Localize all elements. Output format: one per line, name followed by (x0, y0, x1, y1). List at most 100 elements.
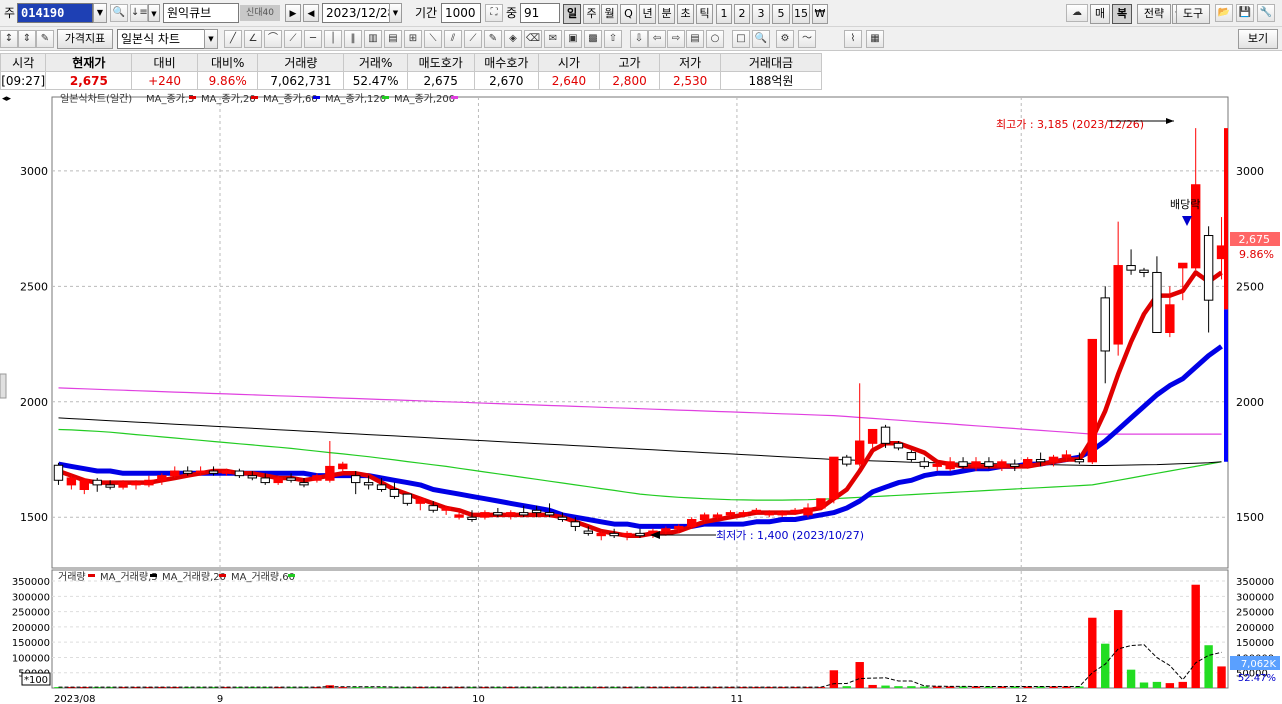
magnifier-icon[interactable]: 🔍 (752, 30, 770, 48)
stock-code-input[interactable]: 014190 (17, 3, 93, 23)
candle-body (919, 461, 930, 467)
grid-icon[interactable]: ▦ (866, 30, 884, 48)
button-buy[interactable]: 매 (1090, 4, 1110, 24)
indicator-button[interactable]: 가격지표 (57, 29, 113, 49)
volume-bar (855, 662, 864, 688)
stamp-icon[interactable]: ▣ (564, 30, 582, 48)
candle-body (441, 507, 451, 511)
date-input[interactable]: 2023/12/28 (322, 3, 390, 23)
tag-margin: 40 (262, 8, 274, 18)
timeframe-button[interactable]: 2 (734, 4, 750, 24)
timeframe-button[interactable]: 분 (658, 4, 675, 24)
up-down-arrow-icon[interactable]: ↕ (0, 30, 18, 48)
strategy-button[interactable]: 전략 (1137, 4, 1171, 24)
chart-type-select[interactable]: 일본식 차트 (117, 29, 205, 49)
code-dropdown-icon[interactable]: ▼ (93, 3, 107, 23)
wave-icon[interactable]: ⌇ (844, 30, 862, 48)
count-input[interactable]: 91 (520, 3, 560, 23)
parallel-icon[interactable]: ⫽ (444, 30, 462, 48)
folder-icon[interactable]: 📂 (1215, 4, 1233, 22)
timeframe-button[interactable]: 주 (583, 4, 600, 24)
horizontal-line-icon[interactable]: ─ (304, 30, 322, 48)
timeframe-button[interactable]: 년 (639, 4, 656, 24)
candle-body (661, 528, 671, 532)
menu-dropdown-icon[interactable]: ▼ (148, 4, 160, 22)
timeframe-button[interactable]: 틱 (696, 4, 713, 24)
timeframe-button[interactable]: 3 (752, 4, 770, 24)
header-volume: 거래량 (257, 53, 345, 72)
candle-body (583, 530, 594, 534)
color-icon[interactable]: ◈ (504, 30, 522, 48)
timeframe-button[interactable]: ₩ (812, 4, 828, 24)
price-tick-left: 2000 (20, 396, 48, 409)
arrow-right-icon[interactable]: ⇨ (667, 30, 685, 48)
search-icon[interactable]: 🔍 (110, 4, 128, 22)
timeframe-button[interactable]: 일 (563, 4, 581, 24)
button-compound[interactable]: 복 (1112, 4, 1132, 24)
timeframe-button[interactable]: 초 (677, 4, 694, 24)
multi-lines-icon[interactable]: ▥ (364, 30, 382, 48)
tools-button[interactable]: 도구 (1176, 4, 1210, 24)
calendar-icon[interactable]: ⊞ (404, 30, 422, 48)
candle-body (971, 461, 981, 467)
chart-type-dropdown-icon[interactable]: ▼ (204, 29, 218, 49)
angle-line-icon[interactable]: ∠ (244, 30, 262, 48)
vertical-scroll-icon[interactable]: ⇕ (18, 30, 36, 48)
cloud-icon[interactable]: ☁ (1066, 4, 1088, 22)
wrench-icon[interactable]: 🔧 (1257, 4, 1275, 22)
timeframe-button[interactable]: 5 (772, 4, 790, 24)
save-icon[interactable]: 💾 (1236, 4, 1254, 22)
volume-badge: 7,062K (1241, 659, 1277, 670)
clipboard-icon[interactable]: ▤ (686, 30, 704, 48)
quote-table: 시각 현재가 대비 대비% 거래량 거래% 매도호가 매수호가 시가 고가 저가… (0, 53, 823, 90)
timeframe-button[interactable]: 1 (716, 4, 732, 24)
volume-tick-left: 300000 (12, 592, 50, 603)
rectangle-icon[interactable]: □ (732, 30, 750, 48)
circle-icon[interactable]: ○ (706, 30, 724, 48)
value-high: 2,800 (598, 71, 661, 90)
arc-icon[interactable]: ⌒ (264, 30, 282, 48)
settings-icon[interactable]: ⚙ (776, 30, 794, 48)
pencil-icon[interactable]: ✎ (484, 30, 502, 48)
sort-icon[interactable]: ↓≡ (130, 4, 148, 22)
view-button[interactable]: 보기 (1238, 29, 1278, 49)
prev-arrow-icon[interactable]: ◀ (303, 4, 319, 22)
note-icon[interactable]: ✉ (544, 30, 562, 48)
candle-body (1100, 297, 1110, 352)
value-amount: 188억원 (719, 71, 823, 90)
arrow-left-icon[interactable]: ⇦ (648, 30, 666, 48)
candle-body (777, 512, 787, 516)
stock-chart[interactable]: 3000 3000 2500 2500 2000 2000 1500 1500 350000 35… (0, 90, 1282, 704)
timeframe-button[interactable]: 15 (792, 4, 810, 24)
arrow-down-icon[interactable]: ⇩ (630, 30, 648, 48)
volume-legend-swatch (288, 574, 295, 577)
vertical-line-icon[interactable]: │ (324, 30, 342, 48)
next-arrow-icon[interactable]: ▶ (285, 4, 301, 22)
table-icon[interactable]: ▤ (384, 30, 402, 48)
chart-icon[interactable]: 〜 (798, 30, 816, 48)
candle-body (518, 512, 529, 516)
fan-icon[interactable]: ⟋ (284, 30, 302, 48)
volume-scale-label: *100 (24, 675, 48, 686)
candle-body (906, 452, 917, 460)
date-picker-icon[interactable]: ▼ (389, 3, 402, 23)
candle-body (350, 475, 361, 484)
edit-icon[interactable]: ✎ (36, 30, 54, 48)
timeframe-button[interactable]: Q (620, 4, 637, 24)
image-icon[interactable]: ▩ (584, 30, 602, 48)
candle-body (157, 475, 167, 481)
candle-body (1048, 456, 1059, 463)
vertical-lines-icon[interactable]: ‖ (344, 30, 362, 48)
period-input[interactable]: 1000 (441, 3, 481, 23)
zoom-icon[interactable]: ⛶ (485, 4, 503, 22)
volume-bar (351, 687, 360, 689)
candle-body (273, 477, 283, 484)
erase-icon[interactable]: ⌫ (524, 30, 542, 48)
price-legend-item: 일본식차트(일간) (60, 93, 132, 105)
timeframe-button[interactable]: 월 (601, 4, 618, 24)
channel-icon[interactable]: ⟋ (464, 30, 482, 48)
diagonal-icon[interactable]: ⟍ (424, 30, 442, 48)
arrow-up-icon[interactable]: ⇧ (604, 30, 622, 48)
line-icon[interactable]: ╱ (224, 30, 242, 48)
candle-body (1022, 458, 1033, 467)
